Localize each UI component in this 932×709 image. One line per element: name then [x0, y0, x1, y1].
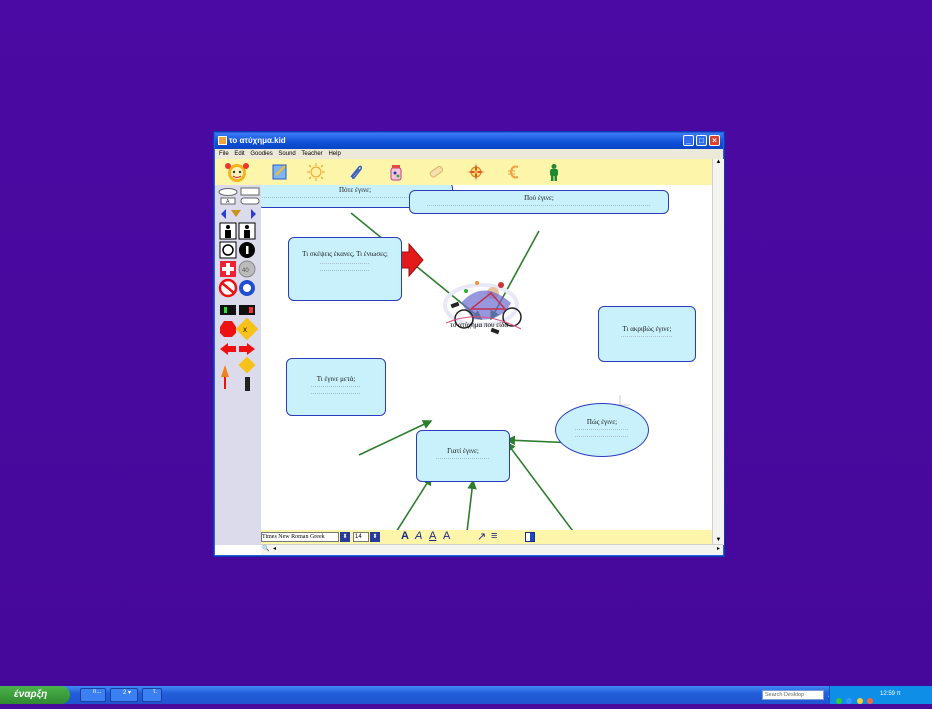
taskbar-item-2-label: 2 ▾ [123, 690, 132, 696]
taskbar-item-1-label: n... [93, 689, 102, 695]
font-name-field[interactable]: Times New Roman Greek [261, 532, 339, 542]
box-where-dots: ........................................… [427, 202, 651, 208]
taskbar-item-3-label: τ. [153, 689, 158, 695]
size-spinner[interactable]: ⬍ [370, 532, 380, 542]
svg-text:X: X [243, 328, 247, 334]
menu-help[interactable]: Help [328, 149, 340, 159]
box-after[interactable]: Τι έγινε μετά; .........................… [286, 358, 386, 416]
clock: 12:59 π [880, 691, 901, 697]
box-thoughts-label: Τι σκέψεις έκανες, Τι ένιωσες; [302, 250, 388, 258]
box-why-label: Γιατί έγινε; [447, 447, 479, 455]
taskbar-item-2[interactable]: 2 ▾ [110, 688, 138, 702]
box-where-label: Πού έγινε; [524, 194, 554, 202]
box-how[interactable]: Πώς έγινε; ........................... .… [555, 403, 649, 457]
start-button[interactable]: έναρξη [0, 686, 70, 704]
bold-icon[interactable]: A [401, 530, 409, 542]
box-thoughts-dots2: ......................... [320, 267, 370, 273]
center-topic-caption: το ατύχημα που είδα [450, 321, 508, 329]
box-what-dots: .......................... [621, 333, 673, 339]
box-after-dots2: ......................... [311, 390, 361, 396]
menu-edit[interactable]: Edit [234, 149, 244, 159]
maximize-button[interactable]: □ [696, 135, 707, 146]
font-color-icon[interactable]: A [443, 530, 450, 542]
menu-teacher[interactable]: Teacher [301, 149, 322, 159]
svg-text:40: 40 [242, 268, 249, 274]
paperclip-icon[interactable] [347, 163, 365, 181]
taskbar-item-3[interactable]: τ. [142, 688, 162, 702]
scroll-left-icon[interactable]: ◂ [273, 545, 276, 552]
box-thoughts[interactable]: Τι σκέψεις έκανες, Τι ένιωσες; .........… [288, 237, 402, 301]
box-what[interactable]: Τι ακριβώς έγινε; ......................… [598, 306, 696, 362]
horizontal-scrollbar[interactable]: 🔍 ◂ ▸ [261, 544, 723, 555]
vertical-scrollbar[interactable]: ▲ ▼ [712, 159, 724, 545]
sun-icon[interactable] [307, 163, 325, 181]
system-tray: 12:59 π [829, 686, 932, 704]
title-bar[interactable]: το ατύχημα.kid _ □ × [215, 133, 723, 149]
scroll-down-icon[interactable]: ▼ [713, 537, 724, 543]
box-why[interactable]: Γιατί έγινε; ........................... [416, 430, 510, 482]
mindmap-canvas[interactable]: το ατύχημα που είδα Πότε έγινε; ........… [261, 185, 712, 530]
scroll-right-icon[interactable]: ▸ [717, 545, 720, 552]
box-why-dots: ........................... [436, 455, 490, 461]
box-how-label: Πώς έγινε; [586, 418, 618, 426]
taskbar-item-1[interactable]: n... [80, 688, 106, 702]
eraser-icon[interactable] [427, 163, 445, 181]
menu-file[interactable]: File [219, 149, 229, 159]
box-what-label: Τι ακριβώς έγινε; [622, 325, 672, 333]
app-icon [218, 136, 227, 145]
person-icon[interactable] [545, 163, 563, 181]
line-arrow-icon[interactable]: ↗ [477, 530, 486, 543]
font-spinner[interactable]: ⬍ [340, 532, 350, 542]
taskbar: έναρξη n... 2 ▾ τ. Search Desktop ⌕ 12:5… [0, 686, 932, 704]
menu-sound[interactable]: Sound [278, 149, 295, 159]
box-how-dots2: ........................... [575, 433, 629, 439]
line-style-icon[interactable]: ≡ [491, 530, 497, 542]
zoom-icon[interactable]: 🔍 [262, 545, 269, 552]
start-label: έναρξη [14, 689, 48, 700]
scroll-up-icon[interactable]: ▲ [713, 159, 724, 165]
minimize-button[interactable]: _ [683, 135, 694, 146]
italic-icon[interactable]: A [415, 530, 422, 542]
menu-goodies[interactable]: Goodies [250, 149, 272, 159]
box-where[interactable]: Πού έγινε; .............................… [409, 190, 669, 214]
window-title: το ατύχημα.kid [229, 136, 286, 145]
close-button[interactable]: × [709, 135, 720, 146]
compass-icon[interactable] [467, 163, 485, 181]
font-toolbar: Times New Roman Greek ⬍ 14 ⬍ A A A A ↗ ≡ [261, 530, 712, 544]
toolbar [215, 159, 712, 185]
shapes-palette-icons[interactable]: A 40 X [217, 187, 261, 397]
menu-bar: File Edit Goodies Sound Teacher Help [215, 149, 723, 159]
fill-color-icon[interactable] [525, 532, 535, 542]
app-window: το ατύχημα.kid _ □ × File Edit Goodies S… [214, 132, 724, 556]
kid-avatar-icon[interactable] [221, 161, 253, 183]
underline-icon[interactable]: A [429, 530, 436, 542]
box-after-label: Τι έγινε μετά; [316, 375, 356, 383]
font-size-field[interactable]: 14 [353, 532, 369, 542]
desktop-search-input[interactable]: Search Desktop [762, 690, 824, 700]
notepad-icon[interactable] [271, 163, 289, 181]
box-thoughts-dots1: ......................... [320, 260, 370, 266]
shapes-palette: A 40 X [215, 185, 261, 545]
box-how-dots1: ........................... [575, 426, 629, 432]
box-after-dots1: ......................... [311, 383, 361, 389]
euro-icon[interactable] [505, 163, 523, 181]
jar-icon[interactable] [387, 163, 405, 181]
tray-icons[interactable] [836, 691, 876, 704]
